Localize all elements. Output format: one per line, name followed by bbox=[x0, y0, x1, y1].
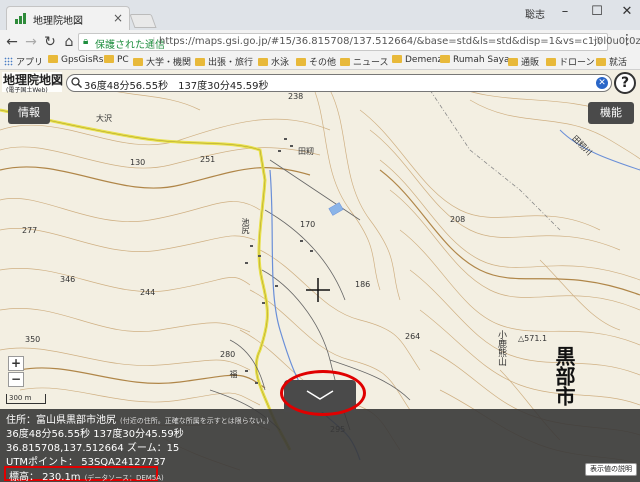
elev-346: 346 bbox=[60, 275, 76, 284]
elev-238: 238 bbox=[288, 92, 304, 101]
chevron-down-icon bbox=[306, 390, 334, 400]
elevation-value: 標高： 230.1m bbox=[9, 472, 81, 482]
address-bar[interactable]: 🔒︎ 保護された通信 | https://maps.gsi.go.jp/#15/… bbox=[78, 33, 640, 51]
profile-name[interactable]: 聡志 bbox=[525, 6, 545, 21]
map-label-kurobe: 黒部市 bbox=[552, 346, 576, 406]
folder-icon bbox=[48, 55, 58, 63]
folder-icon bbox=[195, 58, 205, 66]
bookmark-folder[interactable]: 出張・旅行 bbox=[195, 55, 253, 69]
apps-grid-icon bbox=[4, 57, 13, 66]
elev-244: 244 bbox=[140, 288, 156, 297]
bookmark-folder[interactable]: Demenz bbox=[392, 55, 442, 69]
browser-tab[interactable]: 地理院地図 × bbox=[6, 6, 130, 30]
bookmark-apps[interactable]: アプリ bbox=[4, 55, 43, 69]
bookmark-folder[interactable]: PC bbox=[104, 55, 129, 69]
window-titlebar: 地理院地図 × 聡志 – ☐ ✕ bbox=[0, 0, 640, 30]
map-label-ikejiri: 池尻 bbox=[241, 218, 250, 234]
map-label-tamomi: 田籾 bbox=[298, 147, 314, 156]
gsi-favicon-icon bbox=[15, 13, 26, 24]
function-button[interactable]: 機能 bbox=[588, 102, 634, 124]
zoom-out-button[interactable]: − bbox=[8, 372, 24, 387]
reload-icon[interactable]: ↻ bbox=[40, 32, 60, 52]
address-note: (付近の住所。正確な所属を示すとは限らない。) bbox=[120, 417, 269, 425]
scale-bar: 300 m bbox=[6, 394, 46, 404]
close-window-icon[interactable]: ✕ bbox=[612, 2, 640, 22]
folder-icon bbox=[133, 58, 143, 66]
location-info-panel: 住所：富山県黒部市池尻 (付近の住所。正確な所属を示すとは限らない。) 36度48… bbox=[0, 409, 640, 482]
map-label-summit: △571.1 bbox=[518, 334, 548, 343]
folder-icon bbox=[596, 58, 606, 66]
elev-277: 277 bbox=[22, 226, 38, 235]
back-icon[interactable]: ← bbox=[2, 32, 22, 52]
elev-208: 208 bbox=[450, 215, 466, 224]
tab-close-icon[interactable]: × bbox=[113, 11, 123, 25]
elev-186: 186 bbox=[355, 280, 371, 289]
browser-menu-icon[interactable]: ⋮ bbox=[618, 32, 636, 52]
bookmark-folder[interactable]: その他 bbox=[296, 55, 336, 69]
tab-title: 地理院地図 bbox=[33, 16, 83, 27]
folder-icon bbox=[340, 58, 350, 66]
info-button[interactable]: 情報 bbox=[8, 102, 50, 124]
map-label-kojika: 小鹿熊山 bbox=[496, 330, 506, 366]
bookmark-folder[interactable]: ドローン bbox=[546, 55, 595, 69]
url-separator: | bbox=[152, 35, 156, 48]
bookmark-folder[interactable]: 就活 bbox=[596, 55, 627, 69]
bookmark-folder[interactable]: 大学・機関 bbox=[133, 55, 191, 69]
zoom-in-button[interactable]: + bbox=[8, 356, 24, 371]
folder-icon bbox=[296, 58, 306, 66]
folder-icon bbox=[440, 55, 450, 63]
map-label-osawa: 大沢 bbox=[96, 114, 112, 123]
map-label-fuku: 福 bbox=[229, 370, 238, 378]
elev-264: 264 bbox=[405, 332, 421, 341]
folder-icon bbox=[104, 55, 114, 63]
lock-icon: 🔒︎ bbox=[83, 36, 89, 47]
panel-toggle-button[interactable] bbox=[284, 380, 356, 412]
elev-170: 170 bbox=[300, 220, 316, 229]
maximize-icon[interactable]: ☐ bbox=[582, 2, 612, 22]
search-input[interactable]: 36度48分56.55秒 137度30分45.59秒 ✕ bbox=[66, 74, 612, 92]
address-line: 住所：富山県黒部市池尻 (付近の住所。正確な所属を示すとは限らない。) bbox=[6, 411, 269, 426]
elev-251: 251 bbox=[200, 155, 216, 164]
folder-icon bbox=[258, 58, 268, 66]
center-crosshair-icon bbox=[306, 278, 330, 302]
folder-icon bbox=[392, 55, 402, 63]
help-button[interactable]: ? bbox=[614, 72, 636, 94]
url-text[interactable]: https://maps.gsi.go.jp/#15/36.815708/137… bbox=[159, 36, 640, 47]
elevation-line: 標高： 230.1m (データソース：DEM5A) bbox=[9, 468, 164, 482]
bookmark-star-icon[interactable]: ☆ bbox=[592, 34, 603, 48]
elev-130: 130 bbox=[130, 158, 146, 167]
gsi-logo[interactable]: 地理院地図 (電子国土Web) bbox=[2, 72, 63, 94]
bookmark-folder[interactable]: 水泳 bbox=[258, 55, 289, 69]
elev-280: 280 bbox=[220, 350, 236, 359]
elev-350: 350 bbox=[25, 335, 41, 344]
display-legend-button[interactable]: 表示値の説明 bbox=[585, 463, 637, 476]
logo-subtitle: (電子国土Web) bbox=[6, 87, 48, 94]
home-icon[interactable]: ⌂ bbox=[59, 32, 79, 52]
elevation-highlight: 標高： 230.1m (データソース：DEM5A) bbox=[4, 466, 164, 482]
new-tab-button[interactable] bbox=[129, 14, 157, 28]
search-value: 36度48分56.55秒 137度30分45.59秒 bbox=[84, 81, 269, 92]
folder-icon bbox=[546, 58, 556, 66]
clear-search-icon[interactable]: ✕ bbox=[596, 77, 608, 89]
bookmark-folder[interactable]: GpsGisRs bbox=[48, 55, 103, 69]
elevation-source: (データソース：DEM5A) bbox=[84, 474, 164, 482]
dms-coordinates: 36度48分56.55秒 137度30分45.59秒 bbox=[6, 429, 184, 440]
forward-icon[interactable]: → bbox=[21, 32, 41, 52]
bookmark-folder[interactable]: ニュース bbox=[340, 55, 389, 69]
bookmark-folder[interactable]: 通販 bbox=[508, 55, 539, 69]
bookmark-folder[interactable]: Rumah Saya bbox=[440, 55, 509, 69]
folder-icon bbox=[508, 58, 518, 66]
decimal-coordinates: 36.815708,137.512664 ズーム：15 bbox=[6, 443, 180, 454]
bookmarks-bar: アプリ GpsGisRs PC 大学・機関 出張・旅行 水泳 その他 ニュース … bbox=[0, 54, 640, 70]
browser-toolbar: ← → ↻ ⌂ 🔒︎ 保護された通信 | https://maps.gsi.go… bbox=[0, 30, 640, 54]
minimize-icon[interactable]: – bbox=[550, 2, 580, 22]
search-icon bbox=[71, 77, 82, 88]
